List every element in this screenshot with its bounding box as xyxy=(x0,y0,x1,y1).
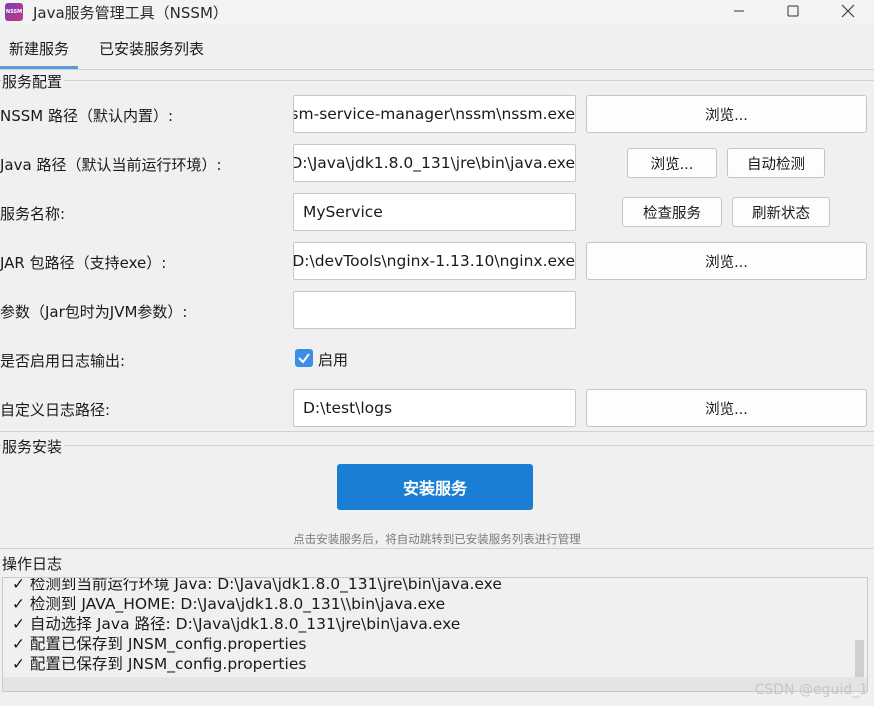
args-label: 参数（Jar包时为JVM参数）: xyxy=(0,303,188,321)
log-vertical-scrollbar[interactable] xyxy=(855,640,864,678)
minimize-button[interactable] xyxy=(716,0,762,22)
tab-installed-services[interactable]: 已安装服务列表 xyxy=(90,35,213,69)
java-auto-detect-button[interactable]: 自动检测 xyxy=(727,148,825,178)
java-path-label: Java 路径（默认当前运行环境）: xyxy=(0,156,222,174)
jar-path-label: JAR 包路径（支持exe）: xyxy=(0,254,167,272)
watermark: CSDN @eguid_1 xyxy=(754,682,868,698)
close-button[interactable] xyxy=(825,0,871,22)
log-line: ✓ 配置已保存到 JNSM_config.properties xyxy=(12,635,307,653)
window-title: Java服务管理工具（NSSM） xyxy=(33,4,228,22)
checkmark-icon xyxy=(298,353,310,364)
log-enable-label: 是否启用日志输出: xyxy=(0,352,126,370)
java-path-input[interactable]: D:\Java\jdk1.8.0_131\jre\bin\java.exe xyxy=(293,144,576,182)
install-hint: 点击安装服务后，将自动跳转到已安装服务列表进行管理 xyxy=(293,532,581,546)
check-service-button[interactable]: 检查服务 xyxy=(622,197,722,227)
log-line: ✓ 检测到 JAVA_HOME: D:\Java\jdk1.8.0_131\\b… xyxy=(12,595,446,613)
log-textarea[interactable]: ✓ 检测到当前运行环境 Java: D:\Java\jdk1.8.0_131\j… xyxy=(2,577,868,692)
nssm-path-input[interactable]: sm-service-manager\nssm\nssm.exe xyxy=(293,95,576,133)
log-path-input[interactable]: D:\test\logs xyxy=(293,389,576,427)
tab-bar: 新建服务 已安装服务列表 xyxy=(0,35,874,70)
maximize-icon xyxy=(787,5,799,17)
nssm-browse-button[interactable]: 浏览... xyxy=(586,95,867,133)
maximize-button[interactable] xyxy=(770,0,816,22)
log-section-title: 操作日志 xyxy=(2,553,65,574)
title-bar: NSSM Java服务管理工具（NSSM） xyxy=(0,0,874,24)
log-path-browse-button[interactable]: 浏览... xyxy=(586,389,867,427)
log-horizontal-scrollbar[interactable] xyxy=(3,677,867,691)
log-line: ✓ 配置已保存到 JNSM_config.properties xyxy=(12,655,307,673)
refresh-status-button[interactable]: 刷新状态 xyxy=(732,197,830,227)
args-input[interactable] xyxy=(293,291,576,329)
java-browse-button[interactable]: 浏览... xyxy=(627,148,717,178)
log-line: ✓ 自动选择 Java 路径: D:\Java\jdk1.8.0_131\jre… xyxy=(12,615,461,633)
service-config-title: 服务配置 xyxy=(2,71,65,92)
nssm-path-label: NSSM 路径（默认内置）: xyxy=(0,107,174,125)
close-icon xyxy=(841,4,855,18)
jar-browse-button[interactable]: 浏览... xyxy=(586,242,867,280)
tab-new-service[interactable]: 新建服务 xyxy=(0,35,79,69)
install-service-button[interactable]: 安装服务 xyxy=(337,464,533,510)
service-name-label: 服务名称: xyxy=(0,205,66,223)
jar-path-input[interactable]: D:\devTools\nginx-1.13.10\nginx.exe xyxy=(293,242,576,280)
app-logo-icon: NSSM xyxy=(5,3,23,21)
log-enable-text[interactable]: 启用 xyxy=(318,349,348,370)
service-name-input[interactable]: MyService xyxy=(293,193,576,231)
install-section-title: 服务安装 xyxy=(2,436,65,457)
log-enable-checkbox[interactable] xyxy=(295,349,313,367)
minimize-icon xyxy=(734,10,744,12)
log-path-label: 自定义日志路径: xyxy=(0,401,111,419)
